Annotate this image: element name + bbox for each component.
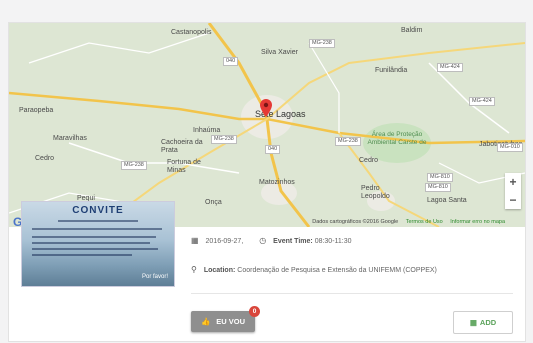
going-label: EU VOU: [216, 317, 246, 326]
road-shield: MG-238: [121, 161, 147, 170]
event-time: 08:30-11:30: [314, 238, 352, 245]
place-label: Silva Xavier: [261, 49, 298, 56]
road-shield: MG-810: [427, 173, 453, 182]
going-count-badge: 0: [249, 306, 260, 317]
event-map[interactable]: Castanopolis Silva Xavier Baldim Funilân…: [9, 23, 525, 227]
map-marker-icon: ⚲: [191, 265, 197, 274]
road-shield: MG-424: [437, 63, 463, 72]
event-date: 2016-09-27,: [205, 238, 244, 245]
road-shield: MG-238: [335, 137, 361, 146]
event-time-label: Event Time:: [273, 238, 313, 245]
place-label: Baldim: [401, 27, 423, 34]
add-calendar-button[interactable]: ▦ ADD: [453, 311, 513, 334]
map-attribution: Dados cartográficos ©2016 Google: [312, 219, 399, 225]
road-shield: MG-424: [469, 97, 495, 106]
road-shield: 040: [265, 145, 281, 154]
place-label: Cedro: [35, 155, 55, 162]
place-label-park: Área de Proteção Ambiental Carste de: [367, 131, 427, 146]
invite-text-line: [32, 236, 156, 238]
event-card: Castanopolis Silva Xavier Baldim Funilân…: [8, 22, 526, 342]
invite-text-line: [32, 254, 132, 256]
event-location: ⚲ Location: Coordenação de Pesquisa e Ex…: [191, 265, 437, 274]
divider: [191, 293, 513, 294]
place-label: Matozinhos: [259, 179, 295, 186]
terms-link[interactable]: Termos de Uso: [406, 219, 443, 225]
calendar-add-icon: ▦: [469, 318, 477, 327]
place-label: Onça: [205, 199, 222, 206]
invite-text-line: [58, 220, 138, 222]
invite-title: CONVITE: [72, 205, 124, 216]
place-label: Paraopeba: [19, 107, 54, 114]
road-shield: MG-238: [211, 135, 237, 144]
map-zoom-control: + −: [505, 173, 521, 209]
place-label: Pedro Leopoldo: [361, 185, 390, 200]
place-label: Castanopolis: [171, 29, 212, 36]
calendar-icon: ▦: [191, 236, 199, 245]
add-label: ADD: [479, 318, 497, 327]
invite-text-line: [32, 248, 158, 250]
zoom-in-button[interactable]: +: [509, 175, 516, 189]
location-label: Location:: [203, 267, 236, 274]
road-shield: MG-010: [497, 143, 523, 152]
place-label: Lagoa Santa: [427, 197, 467, 204]
map-footer: Dados cartográficos ©2016 Google Termos …: [306, 219, 505, 225]
place-label: Cedro: [359, 157, 379, 164]
road-shield: MG-810: [425, 183, 451, 192]
invite-text-line: [32, 228, 162, 230]
place-label: Cachoeira da Prata: [161, 139, 203, 154]
zoom-out-button[interactable]: −: [509, 193, 516, 207]
going-button[interactable]: 👍 EU VOU: [191, 311, 255, 332]
place-label: Fortuna de Minas: [167, 159, 201, 174]
road-shield: 040: [223, 57, 239, 66]
invite-badge: Por favor!: [141, 274, 168, 280]
place-label: Inhaúma: [193, 127, 221, 134]
report-error-link[interactable]: Informar erro no mapa: [450, 219, 505, 225]
road-shield: MG-238: [309, 39, 335, 48]
place-label: Funilândia: [375, 67, 408, 74]
event-invite-image: CONVITE Por favor!: [21, 201, 175, 287]
place-label: Maravilhas: [53, 135, 87, 142]
clock-icon: ◷: [259, 236, 267, 245]
event-datetime: ▦ 2016-09-27, ◷ Event Time: 08:30-11:30: [191, 236, 352, 245]
thumbs-up-icon: 👍: [200, 317, 211, 326]
location-value: Coordenação de Pesquisa e Extensão da UN…: [237, 267, 437, 274]
invite-text-line: [32, 242, 150, 244]
